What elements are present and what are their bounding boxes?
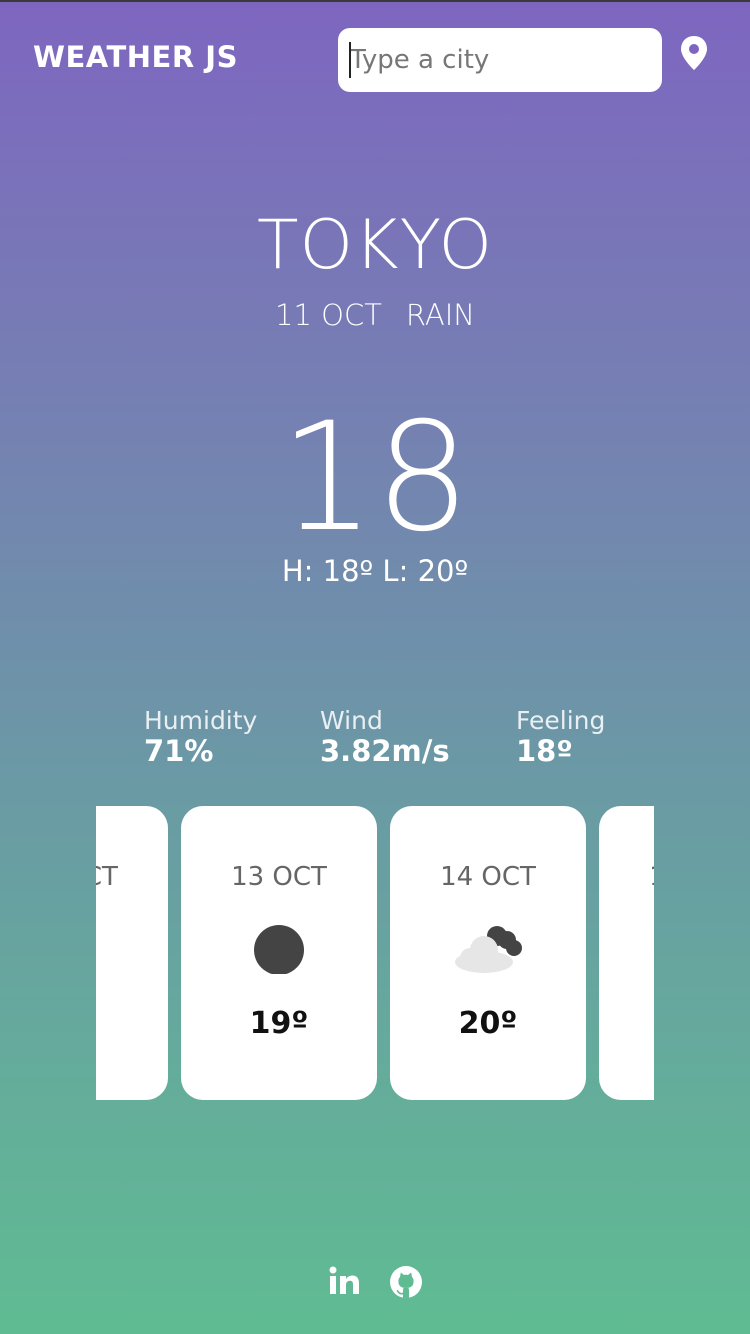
city-search-input[interactable] <box>338 28 662 92</box>
feeling-stat: Feeling 18º <box>516 706 605 766</box>
humidity-stat: Humidity 71% <box>144 706 257 766</box>
search-box[interactable] <box>338 28 662 92</box>
current-date: 11 OCT <box>275 298 382 332</box>
forecast-date: 12 OCT <box>96 862 118 892</box>
feeling-label: Feeling <box>516 706 606 735</box>
wind-value: 3.82m/s <box>320 734 450 768</box>
forecast-temp: 19º <box>249 1006 309 1041</box>
forecast-date: 13 OCT <box>231 862 327 892</box>
forecast-card[interactable]: 15 OCT <box>599 806 654 1100</box>
humidity-label: Humidity <box>144 706 258 735</box>
full-moon-icon <box>254 924 304 975</box>
app-title: WEATHER JS <box>33 40 238 74</box>
forecast-date: 15 OCT <box>599 862 654 892</box>
linkedin-icon[interactable] <box>326 1264 362 1300</box>
cloud-icon <box>450 918 530 978</box>
forecast-date: 14 OCT <box>440 862 536 892</box>
forecast-card[interactable]: 13 OCT 19º <box>181 806 377 1100</box>
feeling-value: 18º <box>516 734 573 768</box>
forecast-carousel[interactable]: 12 OCT 13 OCT 19º 14 OCT 20º 15 OCT <box>96 806 654 1100</box>
forecast-card[interactable]: 14 OCT 20º <box>390 806 586 1100</box>
forecast-card[interactable]: 12 OCT <box>96 806 168 1100</box>
github-icon[interactable] <box>388 1264 424 1300</box>
city-name: TOKYO <box>257 206 493 285</box>
current-temperature: 18 <box>279 391 471 565</box>
text-caret <box>349 42 351 78</box>
wind-label: Wind <box>320 706 383 735</box>
date-condition-line: 11 OCT RAIN <box>0 298 750 332</box>
current-condition: RAIN <box>405 298 475 332</box>
forecast-temp: 20º <box>458 1006 518 1041</box>
wind-stat: Wind 3.82m/s <box>320 706 450 766</box>
top-border <box>0 0 750 2</box>
high-low-temperature: H: 18º L: 20º <box>281 554 469 588</box>
humidity-value: 71% <box>144 734 214 768</box>
location-pin-icon[interactable] <box>678 34 710 74</box>
